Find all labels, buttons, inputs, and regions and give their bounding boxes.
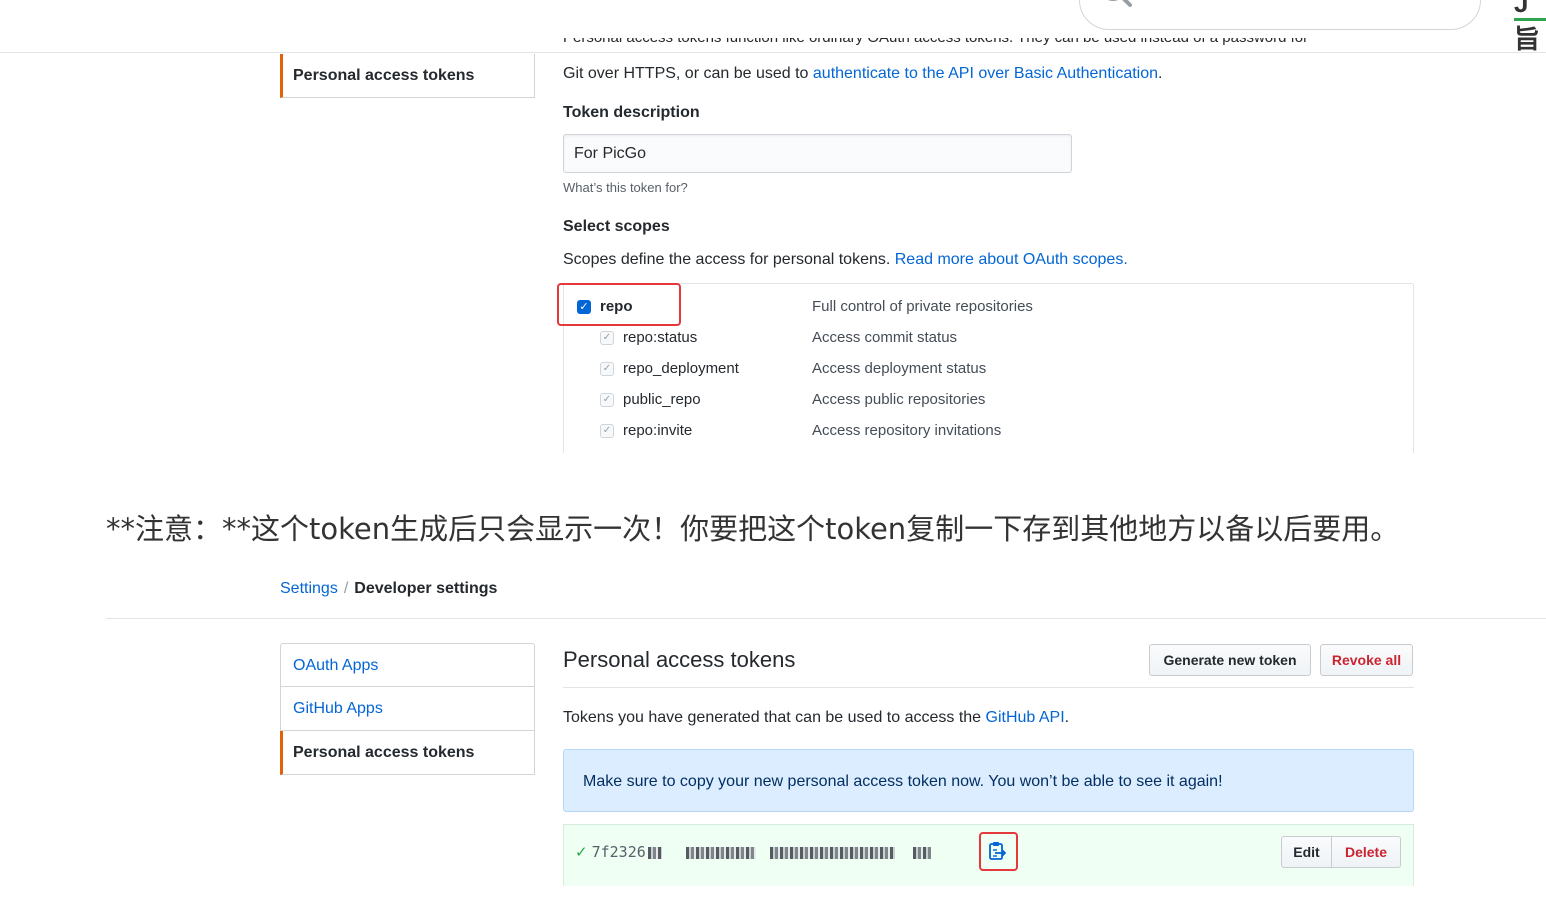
intro-text: Git over HTTPS, or can be used to authen… <box>563 63 1162 85</box>
basic-auth-link[interactable]: authenticate to the API over Basic Authe… <box>813 65 1158 82</box>
search-input[interactable] <box>1079 0 1481 30</box>
sidebar-item-personal-access-tokens[interactable]: Personal access tokens <box>280 731 535 775</box>
sidebar-item-personal-access-tokens[interactable]: Personal access tokens <box>280 54 535 98</box>
scope-description: Access commit status <box>812 329 958 346</box>
scope-name: public_repo <box>623 391 701 408</box>
flash-message: Make sure to copy your new personal acce… <box>563 749 1414 812</box>
checkbox-checked-icon[interactable]: ✓ <box>600 424 614 438</box>
token-redacted <box>912 846 931 859</box>
page-title: Personal access tokens <box>563 647 796 672</box>
intro-suffix: . <box>1158 65 1163 82</box>
edit-button[interactable]: Edit <box>1281 836 1332 868</box>
clipboard-copy-icon <box>989 842 1007 860</box>
copy-token-button[interactable] <box>979 832 1018 871</box>
scope-name: repo:status <box>623 329 698 346</box>
check-icon: ✓ <box>575 843 588 861</box>
checkbox-checked-icon[interactable]: ✓ <box>600 393 614 407</box>
tokens-help-suffix: . <box>1064 709 1070 726</box>
token-redacted <box>647 846 662 859</box>
scope-description: Access repository invitations <box>812 422 1002 439</box>
header-tab-cut[interactable]: J旨 <box>1514 0 1546 56</box>
token-actions: Edit Delete <box>1281 836 1401 868</box>
sidebar-item-oauth-apps[interactable]: OAuth Apps <box>280 643 535 687</box>
scope-row-repo-deployment: ✓ repo_deployment Access deployment stat… <box>564 353 1413 384</box>
article-note-text: **注意：**这个token生成后只会显示一次！你要把这个token复制一下存到… <box>106 512 1400 546</box>
token-description-note: What’s this token for? <box>563 180 688 195</box>
scope-name: repo:invite <box>623 422 693 439</box>
breadcrumb: Settings / Developer settings <box>280 578 497 598</box>
generate-new-token-button[interactable]: Generate new token <box>1149 644 1311 676</box>
revoke-all-button[interactable]: Revoke all <box>1320 644 1413 676</box>
scope-description: Access deployment status <box>812 360 987 377</box>
delete-button[interactable]: Delete <box>1332 836 1401 868</box>
select-scopes-label: Select scopes <box>563 218 670 235</box>
active-tab-underline <box>1514 18 1546 21</box>
token-redacted <box>685 846 756 859</box>
token-description-label: Token description <box>563 104 700 121</box>
token-description-input[interactable] <box>563 134 1072 173</box>
scope-row-repo: ✓ repo Full control of private repositor… <box>564 291 1413 322</box>
scope-name: repo_deployment <box>623 360 739 377</box>
header-divider <box>106 618 1546 619</box>
scope-description: Access public repositories <box>812 391 986 408</box>
scope-row-public-repo: ✓ public_repo Access public repositories <box>564 384 1413 415</box>
token-value[interactable]: ✓ 7f2326 <box>575 841 931 863</box>
checkbox-checked-icon[interactable]: ✓ <box>600 362 614 376</box>
tokens-help-prefix: Tokens you have generated that can be us… <box>563 709 986 726</box>
github-api-link[interactable]: GitHub API <box>986 709 1065 726</box>
breadcrumb-settings[interactable]: Settings <box>280 580 338 597</box>
repo-highlight-box <box>557 283 681 326</box>
scope-description: Full control of private repositories <box>812 298 1033 315</box>
checkbox-checked-icon[interactable]: ✓ <box>600 331 614 345</box>
scopes-list: ✓ repo Full control of private repositor… <box>563 283 1414 453</box>
breadcrumb-separator: / <box>343 580 349 597</box>
tokens-help-text: Tokens you have generated that can be us… <box>563 707 1069 729</box>
scope-row-repo-status: ✓ repo:status Access commit status <box>564 322 1413 353</box>
token-prefix: 7f2326 <box>591 843 646 861</box>
intro-text-cut: Personal access tokens function like ord… <box>563 38 1413 58</box>
token-redacted <box>769 846 895 859</box>
intro-prefix: Git over HTTPS, or can be used to <box>563 65 813 82</box>
breadcrumb-current: Developer settings <box>354 580 498 597</box>
sidebar-item-github-apps[interactable]: GitHub Apps <box>280 687 535 731</box>
scopes-help-prefix: Scopes define the access for personal to… <box>563 251 895 268</box>
scopes-help-text: Scopes define the access for personal to… <box>563 249 1128 271</box>
title-divider <box>563 687 1414 688</box>
scope-row-repo-invite: ✓ repo:invite Access repository invitati… <box>564 415 1413 446</box>
search-icon <box>1098 0 1138 16</box>
oauth-scopes-link[interactable]: Read more about OAuth scopes. <box>895 251 1128 268</box>
